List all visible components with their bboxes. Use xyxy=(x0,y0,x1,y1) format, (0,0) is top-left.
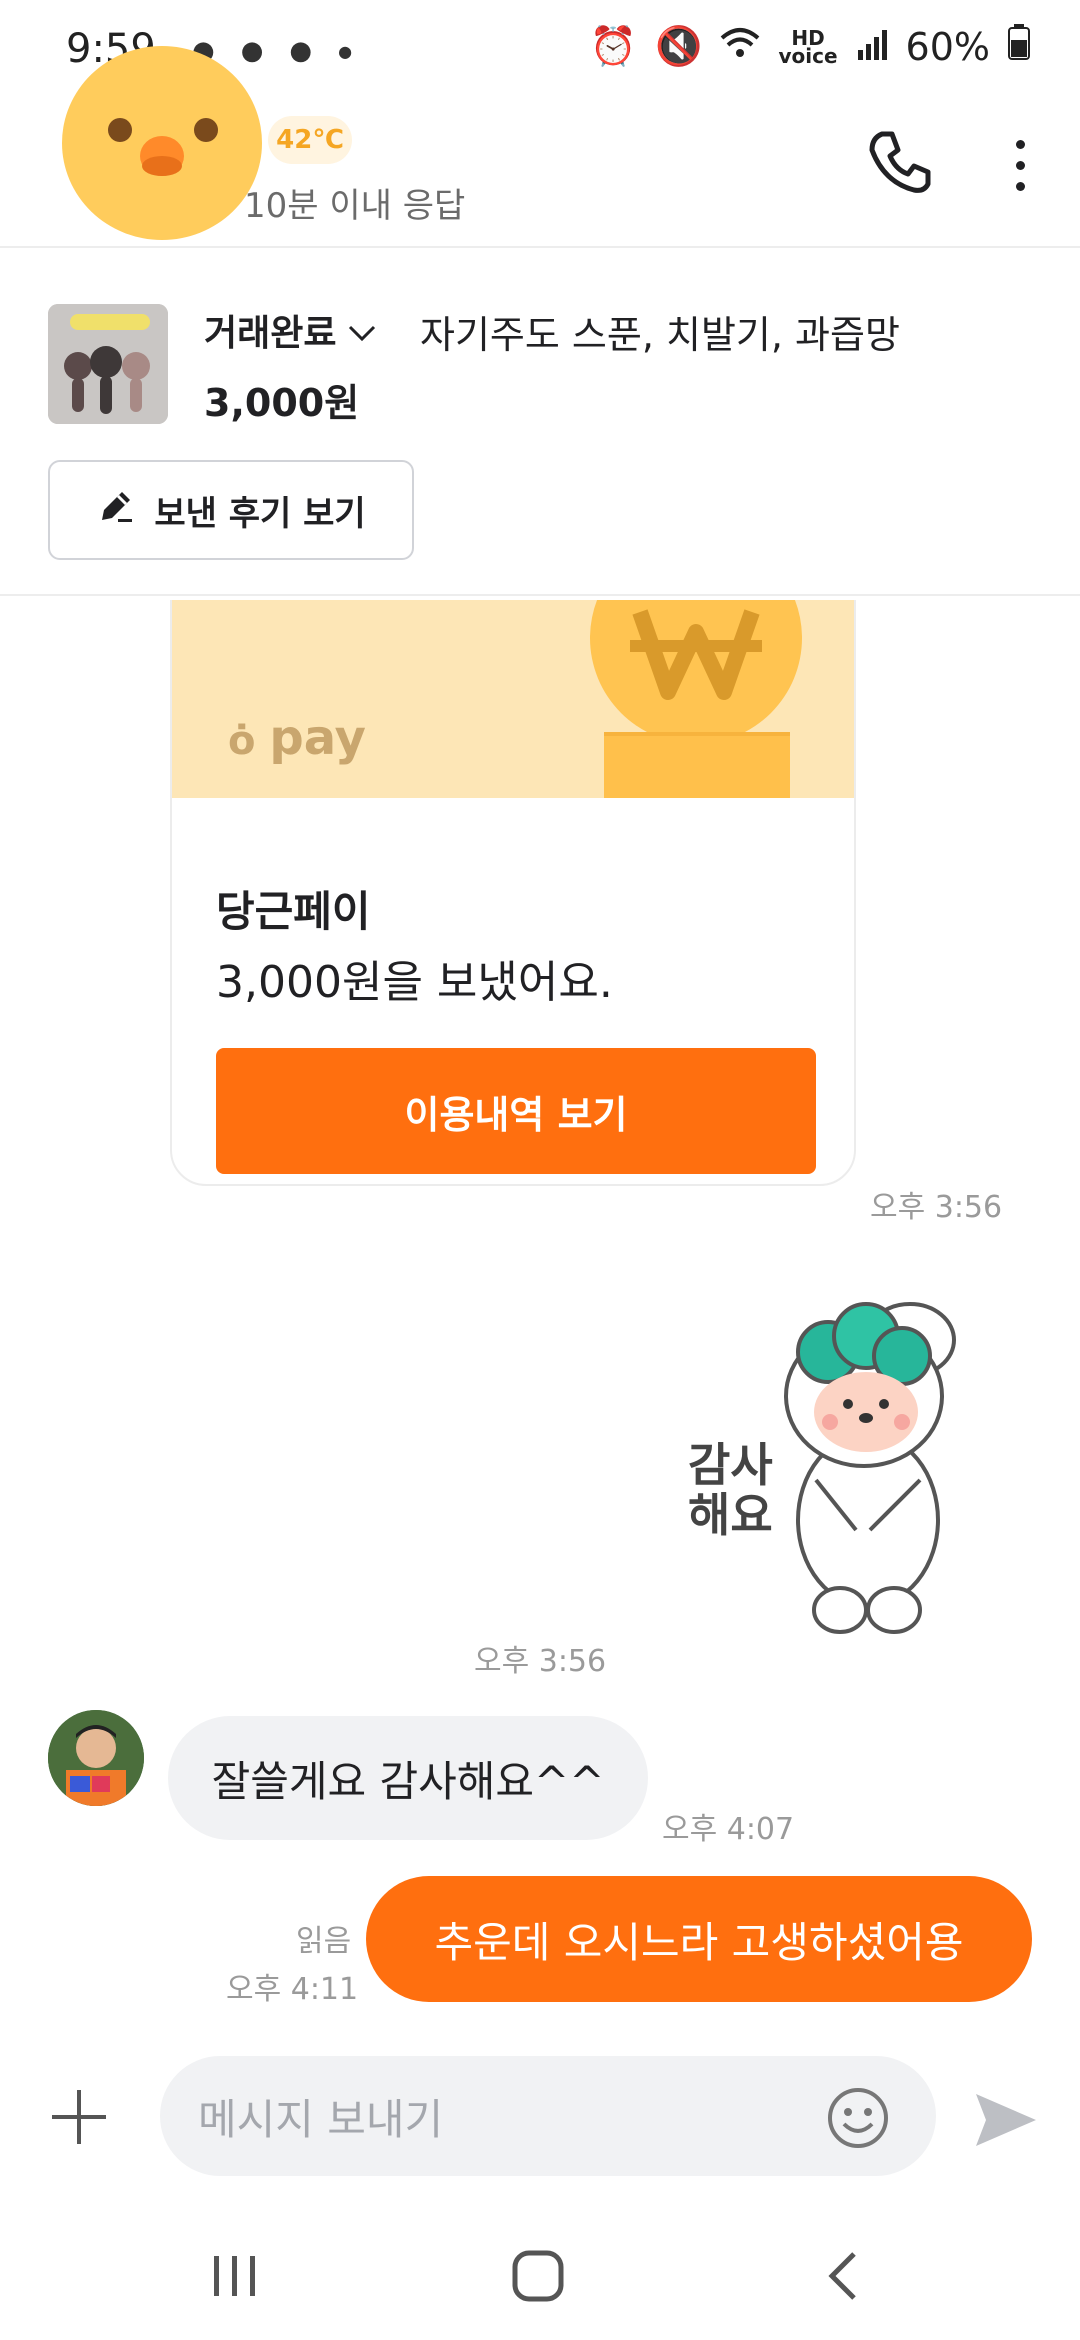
profile-avatar[interactable] xyxy=(62,46,262,240)
message-input-placeholder: 메시지 보내기 xyxy=(198,2094,444,2144)
send-button[interactable] xyxy=(974,2090,1038,2150)
home-icon xyxy=(512,2250,564,2306)
pay-card-title: 당근페이 xyxy=(216,887,371,936)
thanks-sticker[interactable]: 감사 해요 xyxy=(680,1280,970,1650)
status-right: ⏰ 🔇 HD voice 60% xyxy=(590,24,1030,69)
incoming-message-time: 오후 4:07 xyxy=(662,1812,795,1847)
pay-logo: ȯ pay xyxy=(228,710,366,766)
emoji-button[interactable] xyxy=(826,2086,890,2150)
notification-icon: ● xyxy=(289,36,313,66)
plus-icon xyxy=(48,2090,110,2152)
attach-button[interactable] xyxy=(48,2086,110,2148)
system-nav-bar xyxy=(0,2210,1080,2340)
back-nav-button[interactable] xyxy=(824,2250,864,2302)
more-vertical-icon xyxy=(1015,139,1025,191)
more-options-button[interactable] xyxy=(996,130,1044,200)
pencil-icon xyxy=(96,486,136,535)
pay-card-subtitle: 3,000원을 보냈어요. xyxy=(216,957,613,1008)
incoming-message-bubble[interactable]: 잘쓸게요 감사해요^^ xyxy=(168,1716,648,1840)
pay-card-time: 오후 3:56 xyxy=(870,1190,1003,1225)
message-input[interactable]: 메시지 보내기 xyxy=(160,2056,936,2176)
pedestal-graphic xyxy=(604,732,790,798)
sticker-text: 감사 해요 xyxy=(688,1438,773,1542)
product-thumbnail[interactable] xyxy=(48,304,168,424)
phone-icon xyxy=(864,131,936,202)
manner-temperature: 42℃ xyxy=(268,116,352,164)
outgoing-message-time: 오후 4:11 xyxy=(226,1972,359,2007)
product-title: 자기주도 스푼, 치발기, 과즙망 xyxy=(420,313,900,357)
battery-icon xyxy=(1008,24,1030,69)
notification-icon: ● xyxy=(338,42,353,61)
home-button[interactable] xyxy=(512,2250,564,2302)
response-time: 10분 이내 응답 xyxy=(244,186,466,226)
view-sent-review-button[interactable]: 보낸 후기 보기 xyxy=(48,460,414,560)
sticker-time: 오후 3:56 xyxy=(474,1644,607,1679)
recent-apps-button[interactable] xyxy=(210,2252,260,2300)
review-button-label: 보낸 후기 보기 xyxy=(154,493,366,534)
product-bar: 거래완료 자기주도 스푼, 치발기, 과즙망 3,000원 보낸 후기 보기 xyxy=(0,250,1080,596)
mute-icon: 🔇 xyxy=(655,24,703,68)
sender-avatar[interactable] xyxy=(48,1710,144,1806)
signal-icon xyxy=(856,25,888,69)
hd-voice-icon: HD voice xyxy=(778,25,838,68)
phone-call-button[interactable] xyxy=(864,126,936,198)
recent-apps-icon xyxy=(210,2256,260,2304)
deal-status-dropdown[interactable]: 거래완료 xyxy=(204,304,376,356)
outgoing-message-bubble[interactable]: 추운데 오시느라 고생하셨어용 xyxy=(366,1876,1032,2002)
deal-status-label: 거래완료 xyxy=(204,313,337,354)
read-receipt: 읽음 xyxy=(296,1924,352,1959)
smiley-icon xyxy=(826,2088,890,2154)
chevron-down-icon xyxy=(348,310,376,351)
pay-message-card: ȯ pay 당근페이 3,000원을 보냈어요. 이용내역 보기 xyxy=(170,600,856,1186)
carrot-pay-icon: ȯ xyxy=(228,718,270,764)
product-price: 3,000원 xyxy=(204,381,360,425)
back-chevron-icon xyxy=(824,2252,864,2306)
alarm-icon: ⏰ xyxy=(589,24,638,68)
battery-percent: 60% xyxy=(905,24,990,69)
wifi-icon xyxy=(720,25,760,69)
view-history-button[interactable]: 이용내역 보기 xyxy=(216,1048,816,1174)
duck-face-icon xyxy=(62,118,262,244)
send-icon xyxy=(974,2094,1038,2154)
